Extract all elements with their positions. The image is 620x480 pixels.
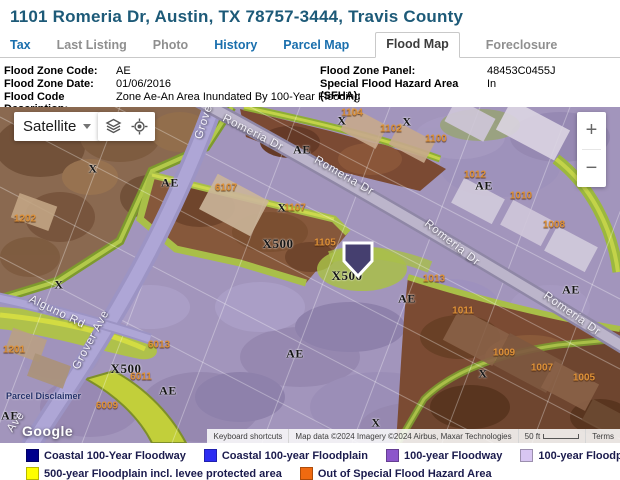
field-value: 48453C0455J bbox=[487, 65, 556, 77]
tab-bar: Tax Last Listing Photo History Parcel Map Flo… bbox=[0, 32, 620, 58]
tab-photo[interactable]: Photo bbox=[153, 34, 188, 57]
legend-swatch bbox=[26, 449, 39, 462]
field-label: Flood Zone Date: bbox=[4, 78, 116, 90]
map-type-dropdown[interactable]: Satellite bbox=[14, 112, 100, 141]
legend-label: Coastal 100-Year Floodway bbox=[44, 450, 186, 462]
terms-link[interactable]: Terms bbox=[585, 429, 620, 443]
flood-info-right: Flood Zone Panel:48453C0455JSpecial Floo… bbox=[320, 65, 620, 107]
satellite-imagery bbox=[0, 107, 620, 443]
tab-last-listing[interactable]: Last Listing bbox=[57, 34, 127, 57]
zoom-control: + − bbox=[577, 112, 606, 187]
info-row-special-flood-hazard-area-sfha: Special Flood Hazard Area (SFHA):In bbox=[320, 78, 620, 102]
field-label: Flood Zone Code: bbox=[4, 65, 116, 77]
legend-label: 500-year Floodplain incl. levee protecte… bbox=[44, 468, 282, 480]
legend-label: 100-year Floodway bbox=[404, 450, 502, 462]
legend-swatch bbox=[204, 449, 217, 462]
map-scale: 50 ft bbox=[518, 429, 586, 443]
parcel-disclaimer-link[interactable]: Parcel Disclaimer bbox=[6, 391, 81, 401]
legend-label: Coastal 100-year Floodplain bbox=[222, 450, 368, 462]
field-label: Special Flood Hazard Area (SFHA): bbox=[320, 78, 487, 102]
tab-foreclosure[interactable]: Foreclosure bbox=[486, 34, 558, 57]
tab-flood-map[interactable]: Flood Map bbox=[375, 32, 460, 58]
map-scale-label: 50 ft bbox=[525, 432, 541, 441]
field-label: Flood Zone Panel: bbox=[320, 65, 487, 77]
my-location-icon[interactable] bbox=[129, 116, 151, 138]
keyboard-shortcuts-button[interactable]: Keyboard shortcuts bbox=[207, 429, 288, 443]
legend-item-coastal-100-year-floodway: Coastal 100-Year Floodway bbox=[26, 449, 186, 462]
flood-info-left: Flood Zone Code:AEFlood Zone Date:01/06/… bbox=[4, 65, 320, 107]
flood-legend: Coastal 100-Year Floodway Coastal 100-yea… bbox=[0, 443, 620, 480]
field-value: AE bbox=[116, 65, 131, 77]
field-value: 01/06/2016 bbox=[116, 78, 171, 90]
map-data-attribution: Map data ©2024 Imagery ©2024 Airbus, Max… bbox=[288, 429, 517, 443]
legend-row-2: 500-year Floodplain incl. levee protecte… bbox=[26, 467, 620, 480]
map-attribution-bar: Keyboard shortcuts Map data ©2024 Imager… bbox=[207, 429, 620, 443]
map-type-label: Satellite bbox=[23, 118, 76, 135]
legend-item-500-year-floodplain-incl-levee-protected-area: 500-year Floodplain incl. levee protecte… bbox=[26, 467, 282, 480]
legend-swatch bbox=[26, 467, 39, 480]
legend-swatch bbox=[300, 467, 313, 480]
info-row-flood-zone-code: Flood Zone Code:AE bbox=[4, 65, 320, 77]
zoom-out-button[interactable]: − bbox=[577, 150, 606, 187]
map-scale-bar bbox=[543, 434, 579, 439]
tab-parcel-map[interactable]: Parcel Map bbox=[283, 34, 349, 57]
field-value: In bbox=[487, 78, 496, 102]
chevron-down-icon bbox=[83, 124, 91, 129]
tab-history[interactable]: History bbox=[214, 34, 257, 57]
info-row-flood-zone-panel: Flood Zone Panel:48453C0455J bbox=[320, 65, 620, 77]
info-row-flood-zone-date: Flood Zone Date:01/06/2016 bbox=[4, 78, 320, 90]
legend-item-out-of-special-flood-hazard-area: Out of Special Flood Hazard Area bbox=[300, 467, 492, 480]
legend-item-100-year-floodway: 100-year Floodway bbox=[386, 449, 502, 462]
page-title: 1101 Romeria Dr, Austin, TX 78757-3444, … bbox=[0, 0, 620, 29]
tab-tax[interactable]: Tax bbox=[10, 34, 31, 57]
layers-icon[interactable] bbox=[102, 116, 124, 138]
legend-label: 100-year Floodplain bbox=[538, 450, 620, 462]
map-container[interactable]: GroveRomeria DrRomeria DrRomeria DrRomer… bbox=[0, 107, 620, 443]
flood-info-panel: Flood Zone Code:AEFlood Zone Date:01/06/… bbox=[0, 58, 620, 107]
legend-swatch bbox=[386, 449, 399, 462]
flood-map-page: 1101 Romeria Dr, Austin, TX 78757-3444, … bbox=[0, 0, 620, 480]
property-marker[interactable] bbox=[340, 239, 376, 279]
map-tools bbox=[98, 112, 155, 141]
legend-row-1: Coastal 100-Year Floodway Coastal 100-yea… bbox=[26, 449, 620, 462]
legend-label: Out of Special Flood Hazard Area bbox=[318, 468, 492, 480]
google-logo[interactable]: Google bbox=[22, 423, 73, 439]
legend-swatch bbox=[520, 449, 533, 462]
legend-item-100-year-floodplain: 100-year Floodplain bbox=[520, 449, 620, 462]
legend-item-coastal-100-year-floodplain: Coastal 100-year Floodplain bbox=[204, 449, 368, 462]
zoom-in-button[interactable]: + bbox=[577, 112, 606, 149]
